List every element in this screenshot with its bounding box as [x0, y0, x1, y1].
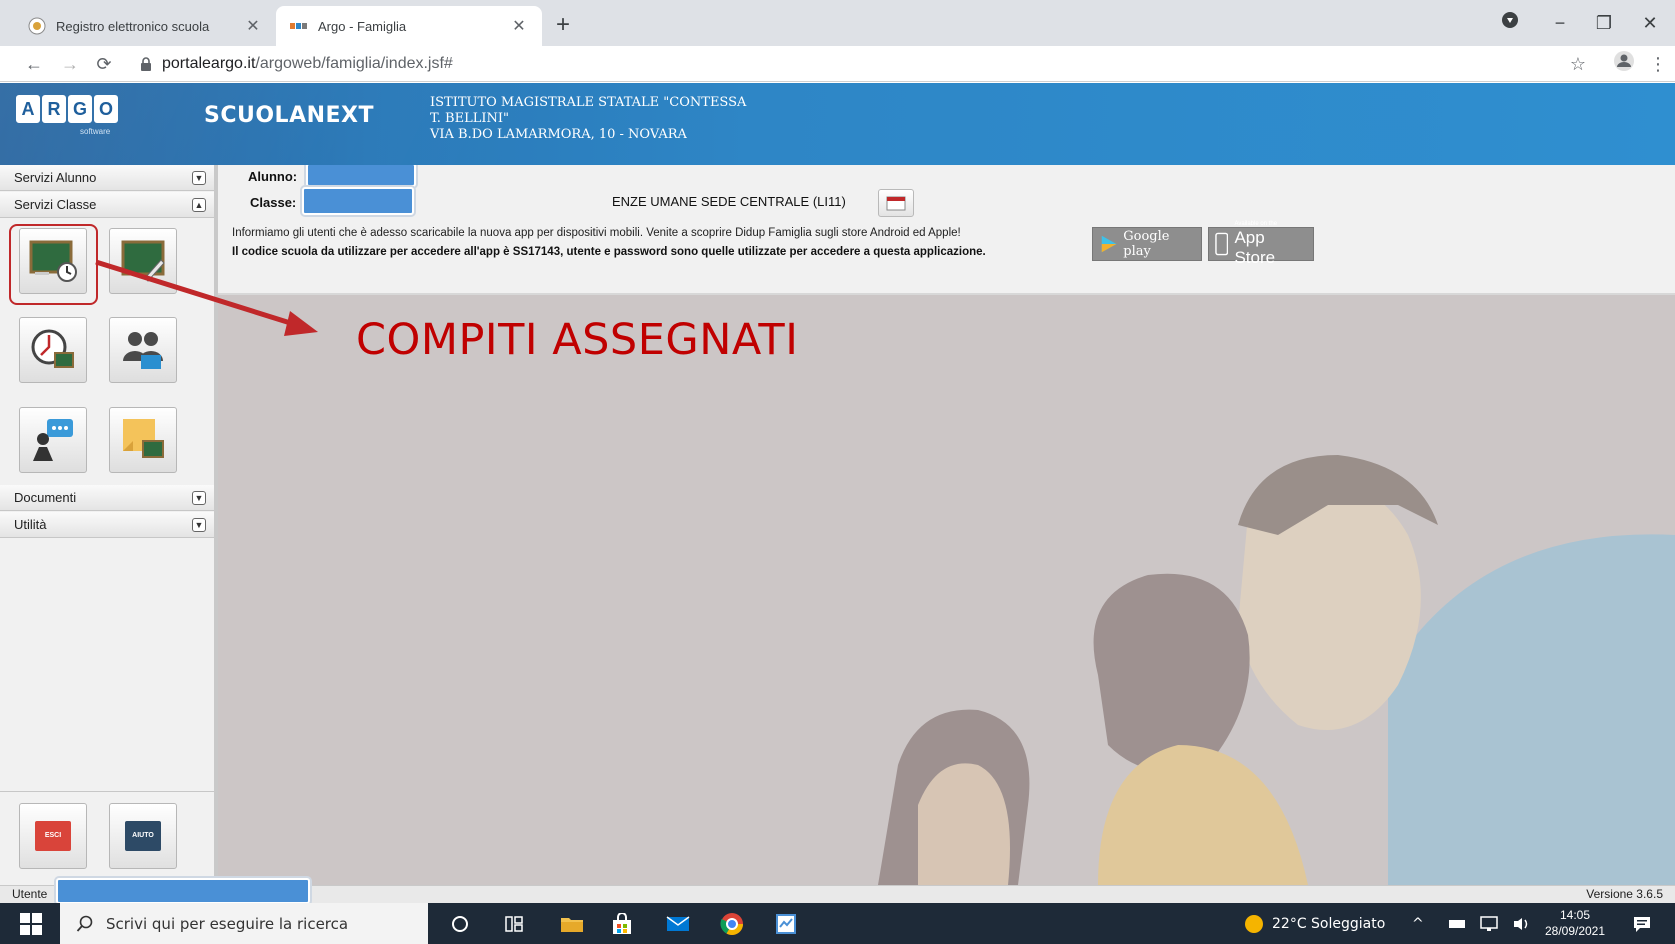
- expand-toggle-icon[interactable]: ▼: [192, 518, 206, 532]
- student-info-bar: Alunno: Classe: ENZE UMANE SEDE CENTRALE…: [218, 165, 1675, 295]
- volume-icon[interactable]: [1512, 903, 1530, 944]
- annotation-compiti-assegnati: COMPITI ASSEGNATI: [356, 315, 799, 365]
- windows-taskbar: Scrivi qui per eseguire la ricerca 22°C …: [0, 903, 1675, 944]
- back-arrow-icon[interactable]: ←: [20, 50, 48, 78]
- phone-icon: [1215, 232, 1229, 256]
- tab-argo-famiglia[interactable]: Argo - Famiglia ✕: [276, 6, 542, 46]
- app-info-line: Informiamo gli utenti che è adesso scari…: [232, 227, 961, 239]
- weather-widget[interactable]: 22°C Soleggiato: [1244, 903, 1385, 944]
- mail-icon[interactable]: [664, 910, 692, 938]
- url-host: portaleargo.it: [162, 55, 256, 72]
- sticky-note-board-icon: [123, 419, 164, 458]
- docenti-classe-tile[interactable]: [109, 317, 177, 383]
- logo-subtitle: software: [80, 127, 111, 136]
- maximize-icon[interactable]: ❐: [1584, 8, 1624, 38]
- panel-documenti[interactable]: Documenti ▼: [0, 485, 214, 511]
- monitor-icon[interactable]: [1480, 903, 1498, 944]
- clock-board-icon: [31, 329, 74, 368]
- classe-value: ENZE UMANE SEDE CENTRALE (LI11): [612, 194, 846, 209]
- exit-button[interactable]: ESCI: [19, 803, 87, 869]
- change-class-button[interactable]: [878, 189, 914, 217]
- utente-label: Utente: [12, 887, 48, 901]
- reload-icon[interactable]: ⟳: [90, 50, 118, 78]
- close-icon[interactable]: ✕: [510, 16, 528, 36]
- expand-toggle-icon[interactable]: ▼: [192, 171, 206, 185]
- orario-tile[interactable]: [19, 317, 87, 383]
- network-icon[interactable]: [1448, 903, 1466, 944]
- status-bar: Utente Versione 3.6.5: [0, 878, 1675, 904]
- argo-logo: A R G O: [16, 95, 118, 123]
- help-button[interactable]: AIUTO: [109, 803, 177, 869]
- redacted-username: [56, 878, 310, 904]
- app-code-line: Il codice scuola da utilizzare per acced…: [232, 246, 986, 258]
- school-info: ISTITUTO MAGISTRALE STATALE "CONTESSA T.…: [430, 95, 747, 142]
- blackboard-pencil-icon: [121, 240, 165, 282]
- app-header: A R G O software SCUOLANEXT ISTITUTO MAG…: [0, 83, 1675, 165]
- speech-bubble-person-icon: [33, 419, 73, 461]
- promemoria-tile[interactable]: [109, 407, 177, 473]
- main-content: Alunno: Classe: ENZE UMANE SEDE CENTRALE…: [218, 165, 1675, 885]
- minimize-icon[interactable]: −: [1540, 8, 1580, 38]
- profile-circle-icon[interactable]: [1490, 8, 1530, 38]
- redacted-student-name: [306, 165, 416, 187]
- profile-avatar-icon[interactable]: [1610, 50, 1638, 78]
- classe-label: Classe:: [250, 195, 297, 210]
- taskbar-search-box[interactable]: Scrivi qui per eseguire la ricerca: [60, 903, 428, 944]
- file-explorer-icon[interactable]: [558, 910, 586, 938]
- document-app-icon[interactable]: [772, 910, 800, 938]
- window-close-icon[interactable]: ✕: [1630, 8, 1670, 38]
- address-bar: ← → ⟳ portaleargo.it/argoweb/famiglia/in…: [0, 46, 1675, 82]
- panel-utilita[interactable]: Utilità ▼: [0, 512, 214, 538]
- notifications-icon[interactable]: [1632, 903, 1652, 944]
- tab-title: Argo - Famiglia: [318, 18, 407, 34]
- panel-servizi-alunno[interactable]: Servizi Alunno ▼: [0, 165, 214, 191]
- lock-icon: [140, 57, 152, 71]
- task-view-icon[interactable]: [500, 910, 528, 938]
- chrome-icon[interactable]: [718, 910, 746, 938]
- app-store-badge[interactable]: Available on the App Store: [1208, 221, 1314, 267]
- windows-start-icon[interactable]: [20, 913, 42, 935]
- alunno-label: Alunno:: [248, 169, 298, 184]
- argo-favicon-icon: [290, 17, 308, 35]
- store-bag-icon[interactable]: [608, 910, 636, 938]
- help-label: AIUTO: [125, 821, 161, 851]
- taskbar-clock[interactable]: 14:05 28/09/2021: [1540, 907, 1610, 939]
- sun-icon: [1245, 914, 1263, 933]
- url-field[interactable]: portaleargo.it/argoweb/famiglia/index.js…: [140, 52, 453, 76]
- school-favicon-icon: [28, 17, 46, 35]
- version-label: Versione 3.6.5: [1586, 887, 1663, 901]
- menu-dots-icon[interactable]: ⋮: [1644, 50, 1672, 78]
- redacted-class-prefix: [302, 187, 414, 215]
- url-path: /argoweb/famiglia/index.jsf#: [255, 55, 453, 72]
- bookmark-star-icon[interactable]: ☆: [1564, 50, 1592, 78]
- bacheca-tile[interactable]: [19, 407, 87, 473]
- product-name: SCUOLANEXT: [204, 103, 375, 128]
- search-icon: [76, 915, 93, 932]
- browser-tab-bar: Registro elettronico scuola ✕ Argo - Fam…: [0, 0, 1675, 46]
- tray-chevron-icon[interactable]: ^: [1412, 903, 1424, 944]
- new-tab-button[interactable]: +: [548, 10, 578, 40]
- tab-registro[interactable]: Registro elettronico scuola ✕: [14, 6, 276, 46]
- close-icon[interactable]: ✕: [244, 16, 262, 36]
- argomenti-lezione-tile[interactable]: [109, 228, 177, 294]
- highlight-box: [9, 224, 98, 305]
- calendar-icon: [886, 196, 906, 211]
- collapse-toggle-icon[interactable]: ▲: [192, 198, 206, 212]
- tab-title: Registro elettronico scuola: [56, 18, 210, 34]
- exit-label: ESCI: [35, 821, 71, 851]
- google-play-badge[interactable]: Google play: [1092, 227, 1202, 261]
- expand-toggle-icon[interactable]: ▼: [192, 491, 206, 505]
- panel-servizi-classe[interactable]: Servizi Classe ▲: [0, 192, 214, 218]
- cortana-icon[interactable]: [446, 910, 474, 938]
- sidebar: Servizi Alunno ▼ Servizi Classe ▲ Docume…: [0, 165, 218, 885]
- teachers-group-icon: [123, 332, 163, 369]
- forward-arrow-icon[interactable]: →: [56, 50, 84, 78]
- play-triangle-icon: [1101, 235, 1117, 253]
